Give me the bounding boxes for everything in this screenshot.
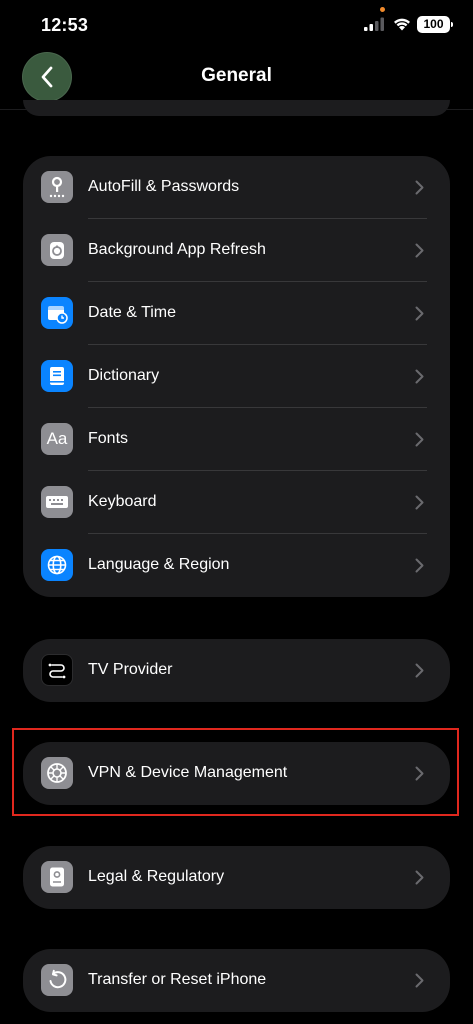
- row-language-region[interactable]: Language & Region: [23, 534, 450, 597]
- globe-icon: [41, 549, 73, 581]
- row-legal-regulatory[interactable]: Legal & Regulatory: [23, 846, 450, 909]
- settings-group-localization: AutoFill & Passwords Background App Refr…: [23, 156, 450, 597]
- row-label: Transfer or Reset iPhone: [88, 971, 267, 988]
- chevron-right-icon: [415, 432, 424, 447]
- row-background-app-refresh[interactable]: Background App Refresh: [23, 219, 450, 282]
- chevron-right-icon: [415, 663, 424, 678]
- row-label: Language & Region: [88, 556, 230, 573]
- row-date-time[interactable]: Date & Time: [23, 282, 450, 345]
- row-autofill-passwords[interactable]: AutoFill & Passwords: [23, 156, 450, 219]
- chevron-right-icon: [415, 243, 424, 258]
- reset-arrow-icon: [41, 964, 73, 996]
- settings-group-transfer: Transfer or Reset iPhone: [23, 949, 450, 1012]
- battery-icon: 100: [417, 16, 453, 33]
- row-transfer-reset-iphone[interactable]: Transfer or Reset iPhone: [23, 949, 450, 1012]
- refresh-gear-icon: [41, 234, 73, 266]
- chevron-right-icon: [415, 973, 424, 988]
- row-label: TV Provider: [88, 661, 173, 678]
- chevron-right-icon: [415, 558, 424, 573]
- page-title: General: [201, 65, 272, 86]
- chevron-right-icon: [415, 870, 424, 885]
- row-label: Legal & Regulatory: [88, 868, 225, 885]
- row-fonts[interactable]: Aa Fonts: [23, 408, 450, 471]
- row-label: AutoFill & Passwords: [88, 178, 240, 195]
- book-icon: [41, 360, 73, 392]
- fonts-aa-icon: Aa: [41, 423, 73, 455]
- settings-group-tv-provider: TV Provider: [23, 639, 450, 702]
- row-label: Fonts: [88, 430, 129, 447]
- row-tv-provider[interactable]: TV Provider: [23, 639, 450, 702]
- highlight-annotation-box: [12, 728, 459, 816]
- key-icon: [41, 171, 73, 203]
- chevron-right-icon: [415, 306, 424, 321]
- status-time: 12:53: [41, 15, 89, 35]
- row-label: Keyboard: [88, 493, 157, 510]
- chevron-right-icon: [415, 495, 424, 510]
- document-icon: [41, 861, 73, 893]
- keyboard-icon: [41, 486, 73, 518]
- cellular-signal-icon: [364, 17, 384, 31]
- status-bar: 12:53 100: [0, 0, 473, 50]
- settings-group-legal: Legal & Regulatory: [23, 846, 450, 909]
- row-label: Date & Time: [88, 304, 177, 321]
- row-keyboard[interactable]: Keyboard: [23, 471, 450, 534]
- chevron-right-icon: [415, 369, 424, 384]
- calendar-clock-icon: [41, 297, 73, 329]
- chevron-right-icon: [415, 180, 424, 195]
- wifi-icon: [394, 18, 410, 31]
- row-dictionary[interactable]: Dictionary: [23, 345, 450, 408]
- previous-group-edge: [23, 100, 450, 116]
- tv-provider-icon: [41, 654, 73, 686]
- row-label: Background App Refresh: [88, 241, 266, 258]
- camera-indicator-dot: [380, 7, 385, 12]
- row-label: Dictionary: [88, 367, 160, 384]
